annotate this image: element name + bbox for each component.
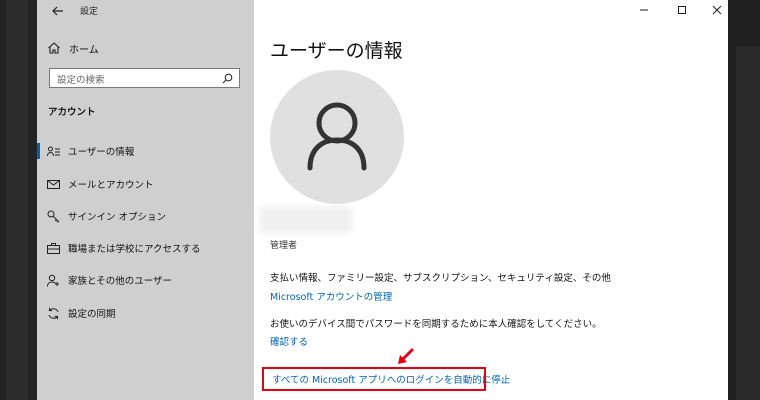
user-avatar-icon — [307, 102, 367, 171]
page-title: ユーザーの情報 — [270, 40, 403, 62]
close-icon[interactable] — [710, 3, 724, 17]
sidebar-item-label: 家族とその他のユーザー — [68, 276, 173, 287]
briefcase-icon — [47, 242, 60, 254]
home-icon — [48, 42, 60, 54]
sidebar-item-user-info[interactable]: ユーザーの情報 — [37, 140, 254, 162]
settings-window: 設定 ホーム 設定の検索 アカウント ユーザーの情報 メールとアカウント サイン… — [37, 0, 728, 400]
search-icon — [222, 73, 233, 84]
sidebar-item-label: サインイン オプション — [68, 212, 167, 223]
maximize-icon[interactable] — [675, 3, 689, 17]
red-arrow-annotation — [398, 348, 414, 364]
home-nav-item[interactable]: ホーム — [47, 39, 99, 57]
search-input[interactable]: 設定の検索 — [49, 68, 240, 88]
home-label: ホーム — [69, 44, 99, 56]
sync-icon — [48, 307, 59, 319]
stop-auto-login-link[interactable]: すべての Microsoft アプリへのログインを自動的に停止 — [272, 372, 510, 386]
mail-icon — [47, 179, 60, 189]
avatar — [270, 70, 404, 204]
back-arrow-icon — [52, 6, 63, 16]
verify-link[interactable]: 確認する — [270, 334, 308, 348]
verify-description: お使いのデバイス間でパスワードを同期するために本人確認をしてください。 — [270, 319, 602, 330]
account-role: 管理者 — [270, 241, 298, 251]
sidebar-item-work-school[interactable]: 職場または学校にアクセスする — [37, 237, 254, 259]
key-icon — [47, 210, 60, 223]
sidebar-item-email-accounts[interactable]: メールとアカウント — [37, 173, 254, 195]
desktop-background-right — [728, 0, 760, 400]
sidebar-item-label: メールとアカウント — [68, 180, 154, 191]
main-content: ユーザーの情報 管理者 支払い情報、ファミリー設定、サブスクリプション、セキュリ… — [254, 0, 728, 400]
desktop-background-left — [0, 0, 37, 400]
sidebar-item-label: 職場または学校にアクセスする — [68, 244, 201, 255]
sidebar-item-signin-options[interactable]: サインイン オプション — [37, 205, 254, 227]
redacted-user-name — [260, 207, 352, 233]
manage-account-link[interactable]: Microsoft アカウントの管理 — [270, 289, 392, 303]
window-title: 設定 — [80, 7, 99, 17]
desktop-strip — [6, 0, 28, 400]
sidebar-item-sync-settings[interactable]: 設定の同期 — [37, 302, 254, 324]
sidebar-item-label: ユーザーの情報 — [68, 147, 135, 158]
sidebar: 設定 ホーム 設定の検索 アカウント ユーザーの情報 メールとアカウント サイン… — [37, 0, 254, 400]
minimize-icon[interactable] — [637, 3, 651, 17]
back-button[interactable] — [47, 2, 69, 20]
highlight-box: すべての Microsoft アプリへのログインを自動的に停止 — [262, 367, 510, 391]
section-heading: アカウント — [48, 107, 96, 118]
sidebar-item-label: 設定の同期 — [68, 309, 116, 320]
search-placeholder: 設定の検索 — [57, 75, 105, 86]
add-user-icon — [47, 274, 59, 287]
sidebar-item-family-users[interactable]: 家族とその他のユーザー — [37, 269, 254, 291]
desktop-strip — [736, 46, 760, 400]
billing-description: 支払い情報、ファミリー設定、サブスクリプション、セキュリティ設定、その他 — [270, 273, 611, 284]
user-info-icon — [47, 146, 60, 156]
